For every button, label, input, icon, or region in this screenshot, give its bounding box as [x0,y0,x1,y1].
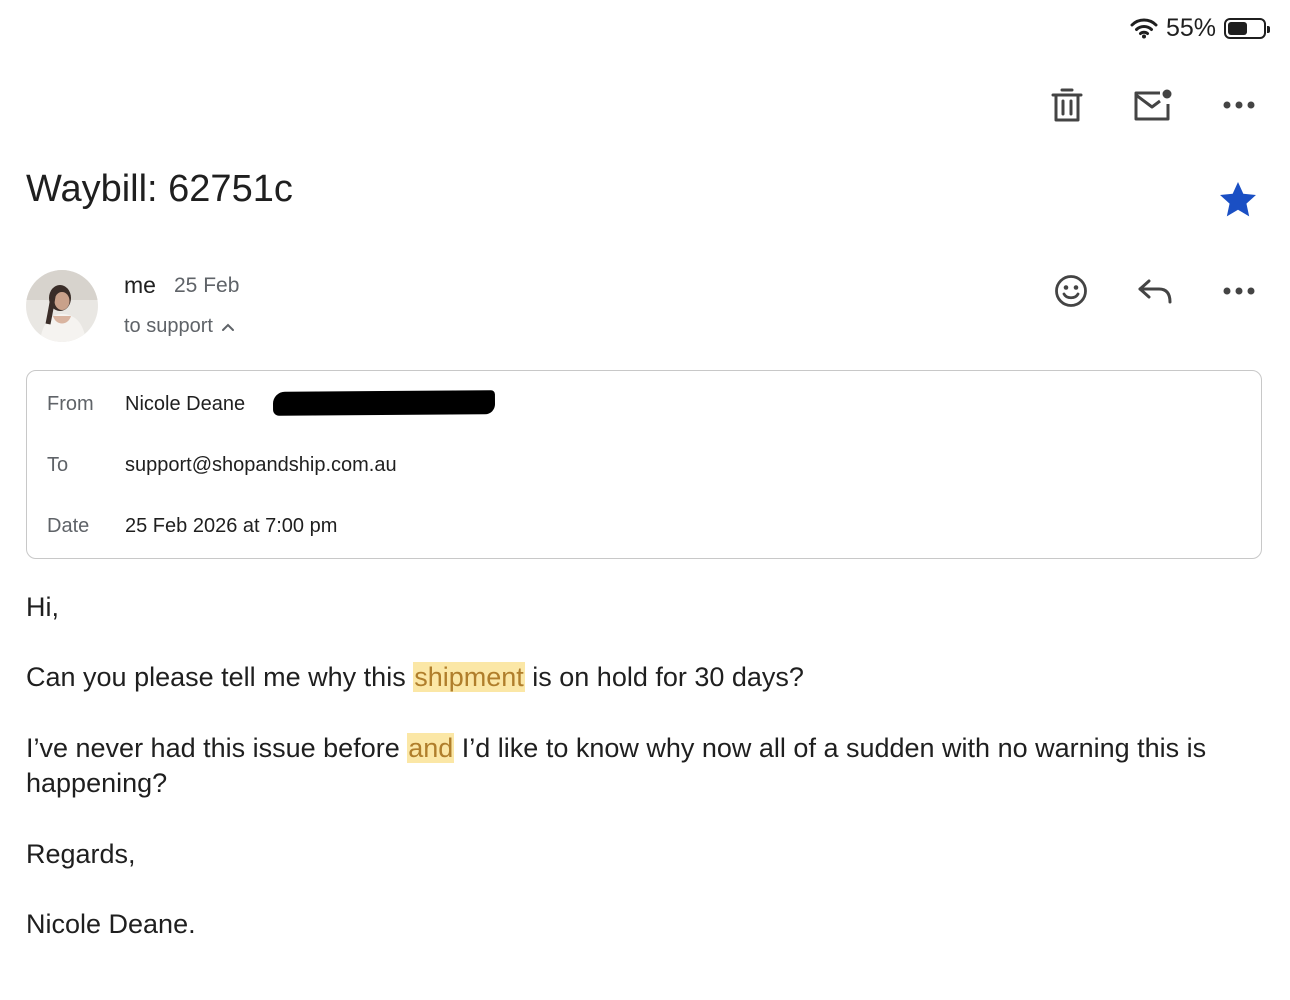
redaction-mark [272,390,496,416]
message-actions [1050,270,1260,312]
body-signature: Nicole Deane. [26,909,196,939]
trash-icon [1051,88,1083,122]
star-button[interactable] [1216,178,1260,222]
date-label: Date [47,515,90,537]
battery-level-fill [1228,21,1247,35]
sender-date: 25 Feb [174,274,240,297]
status-bar: 55% [1130,12,1270,44]
message-details-card: From Nicole Deane To support@shopandship… [26,370,1262,559]
delete-button[interactable] [1046,84,1088,126]
star-icon [1220,182,1256,217]
date-value: 25 Feb 2026 at 7:00 pm [125,515,338,537]
body-text-segment: Can you please tell me why this [26,662,414,692]
recipients-summary: to support [124,315,213,337]
email-subject: Waybill: 62751c [26,168,293,210]
battery-icon [1224,17,1270,39]
search-highlight: and [407,733,455,763]
message-more-button[interactable] [1218,270,1260,312]
from-name: Nicole Deane [125,393,246,415]
mail-unread-icon [1134,89,1172,121]
body-text-segment: I’ve never had this issue before [26,733,408,763]
body-greeting: Hi, [26,592,59,622]
search-highlight: shipment [413,662,525,692]
mark-unread-button[interactable] [1132,84,1174,126]
sender-name: me [124,272,156,298]
reply-icon [1138,279,1172,304]
body-paragraph-2: I’ve never had this issue before and I’d… [26,731,1238,801]
battery-cap [1267,25,1270,33]
avatar[interactable] [26,270,98,342]
to-address[interactable]: support@shopandship.com.au [125,454,397,477]
wifi-icon [1130,18,1158,39]
more-options-button[interactable] [1218,84,1260,126]
to-label: To [47,454,69,476]
avatar-photo [26,270,98,342]
recipients-toggle[interactable]: to support [124,315,235,338]
body-paragraph-1: Can you please tell me why this shipment… [26,660,1256,695]
more-horizontal-icon [1223,101,1255,109]
more-horizontal-icon [1223,287,1255,295]
reply-button[interactable] [1134,270,1176,312]
body-closing: Regards, [26,839,136,869]
body-text-segment: is on hold for 30 days? [524,662,804,692]
smiley-icon [1055,275,1087,307]
chevron-up-icon [221,323,234,331]
battery-percentage: 55% [1165,13,1216,42]
from-label: From [47,393,94,415]
react-emoji-button[interactable] [1050,270,1092,312]
top-toolbar [1046,84,1260,126]
